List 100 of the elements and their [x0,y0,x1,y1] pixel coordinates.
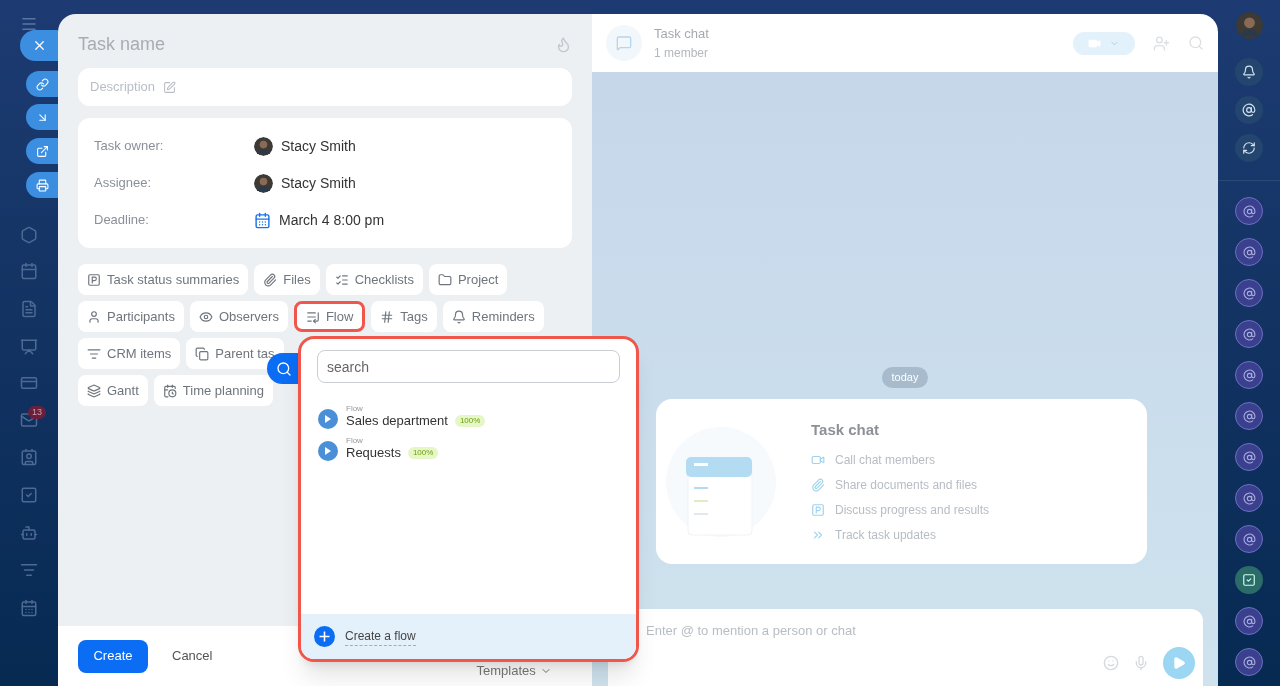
field-chip[interactable]: Tags [371,301,437,332]
checkbox-icon[interactable] [20,486,38,504]
flow-icon [318,409,338,429]
flow-icon [318,441,338,461]
progress-badge: 100% [454,414,486,427]
chat-title: Task chat [654,25,709,44]
robot-icon[interactable] [20,524,38,542]
sync-icon [1242,141,1256,155]
item-caption: Flow [346,403,364,413]
field-chip[interactable]: Gantt [78,375,148,406]
chat-avatar-button[interactable] [1235,484,1263,512]
cancel-button[interactable]: Cancel [164,639,221,673]
contact-icon[interactable] [20,448,38,466]
field-chip[interactable]: Project [428,264,508,295]
calendar-icon[interactable] [20,599,38,617]
chat-avatar-button[interactable] [1235,648,1263,676]
user-avatar [254,173,273,193]
field-chip[interactable]: Task status summaries [78,264,249,295]
open-external-icon [35,144,49,158]
person-icon [87,309,101,324]
bell-icon [451,309,466,324]
chat-avatar-button[interactable] [1235,197,1263,225]
user-avatar [254,136,273,156]
intro-title: Task chat [811,420,881,441]
input-placeholder: Enter @ to mention a person or chat [646,622,857,640]
field-value[interactable]: Stacy Smith [281,135,356,157]
field-chip[interactable]: Observers [189,301,288,332]
at-sign-icon [1242,655,1256,669]
close-button[interactable] [20,30,58,61]
field-chip[interactable]: Reminders [442,301,544,332]
chat-avatar-button[interactable] [1235,402,1263,430]
search-icon [276,360,292,377]
progress-badge: 100% [407,446,439,459]
at-sign-button[interactable] [1235,96,1263,124]
description-placeholder: Description [90,78,156,97]
field-chip[interactable]: Files [254,264,320,295]
link-button[interactable] [26,71,58,97]
field-label: Assignee: [94,174,153,193]
field-chip[interactable]: Participants [78,301,184,332]
eye-icon [198,309,213,324]
hash-icon [380,309,395,324]
feature-text: Share documents and files [835,476,978,494]
field-value[interactable]: March 4 8:00 pm [279,209,385,231]
task-chat-button[interactable] [1235,566,1263,594]
calendar-icon [254,211,271,229]
plus-icon [314,626,335,647]
date-separator: today [881,367,929,388]
at-sign-icon [1242,450,1256,464]
link-icon [35,77,49,91]
copy-icon [195,346,210,361]
send-icon [1172,656,1186,670]
print-button[interactable] [26,172,58,198]
search-field[interactable]: search [317,350,620,383]
edit-icon [163,80,177,94]
field-label: Deadline: [94,211,150,230]
chat-avatar-button[interactable] [1235,443,1263,471]
member-count: 1 member [654,44,709,62]
at-sign-icon [1242,409,1256,423]
download-button[interactable] [26,104,58,130]
chat-avatar-button[interactable] [1235,607,1263,635]
chat-avatar-button[interactable] [1235,525,1263,553]
square-p-icon [811,502,825,517]
field-chip[interactable]: Flow [293,301,366,332]
filter-icon [87,346,101,361]
item-name: Sales department [346,412,448,429]
feature-text: Call chat members [835,451,936,469]
profile-avatar [1235,12,1263,39]
at-sign-icon [1242,327,1256,341]
at-sign-icon [1242,286,1256,300]
at-sign-icon [1242,204,1256,218]
item-name: Requests [346,444,401,461]
create-button[interactable]: Create [78,639,148,673]
flow-item[interactable]: Flow Requests 100% [318,435,619,461]
create-flow-button[interactable]: Create a flow [301,614,636,659]
filter-icon[interactable] [20,561,38,579]
field-label: Task owner: [94,137,165,156]
field-value[interactable]: Stacy Smith [281,172,356,194]
templates-button[interactable]: Templates [476,661,552,681]
speech-bubble-icon [616,35,632,51]
print-icon [35,178,49,192]
field-chip[interactable]: Parent tas [186,338,284,369]
field-chip[interactable]: Checklists [325,264,423,295]
notification-badge: 13 [28,406,46,419]
flow-item[interactable]: Flow Sales department 100% [318,403,619,429]
feature-text: Discuss progress and results [835,501,990,519]
chat-avatar-button[interactable] [1235,320,1263,348]
folder-icon [437,272,452,287]
at-sign-icon [1242,491,1256,505]
paperclip-icon [263,272,278,287]
checklist-icon [334,272,349,287]
chat-avatar-button[interactable] [1235,361,1263,389]
field-chip[interactable]: CRM items [78,338,181,369]
chat-avatar-button[interactable] [1235,238,1263,266]
open-external-button[interactable] [26,138,58,164]
field-chip[interactable]: Time planning [153,375,273,406]
notification-button[interactable] [1235,58,1263,86]
menu-icon[interactable] [20,15,38,33]
paperclip-icon [811,477,825,492]
chat-avatar-button[interactable] [1235,279,1263,307]
sync-button[interactable] [1235,134,1263,162]
